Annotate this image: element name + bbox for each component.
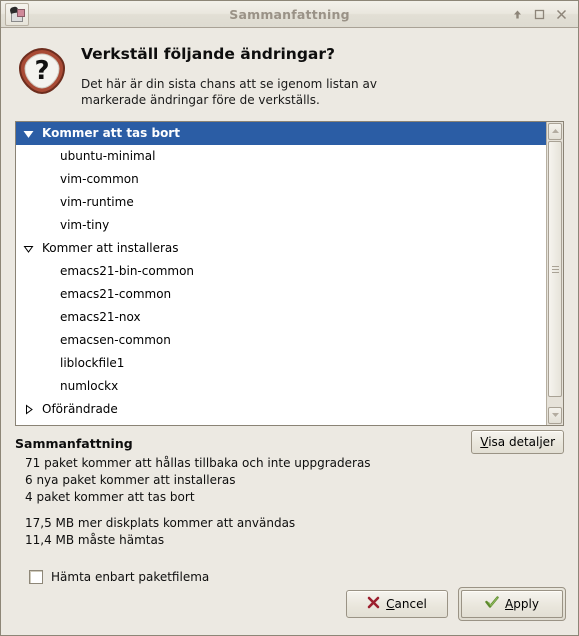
tree-item-row[interactable]: emacs21-nox <box>16 306 546 329</box>
dialog-header: ? Verkställ följande ändringar? Det här … <box>1 28 578 113</box>
package-name: emacs21-nox <box>60 309 141 324</box>
tree-item-row[interactable]: emacs21-bin-common <box>16 260 546 283</box>
summary-line: 71 paket kommer att hållas tillbaka och … <box>25 455 371 470</box>
svg-text:?: ? <box>34 56 49 86</box>
tree-item-row[interactable]: ubuntu-minimal <box>16 145 546 168</box>
summary-section: Sammanfattning 71 paket kommer att hålla… <box>1 426 578 549</box>
window-title: Sammanfattning <box>229 6 350 22</box>
tree-item-row[interactable]: vim-common <box>16 168 546 191</box>
apply-check-icon <box>485 596 499 612</box>
package-name: vim-common <box>60 171 139 186</box>
summary-lines: 71 paket kommer att hållas tillbaka och … <box>15 455 564 549</box>
details-label: isa detaljer <box>488 434 555 449</box>
tree-item-row[interactable]: emacs21-common <box>16 283 546 306</box>
tree-item-row[interactable]: numlockx <box>16 375 546 398</box>
tree-group-label: Oförändrade <box>42 401 118 416</box>
apply-label: pply <box>513 597 539 611</box>
scroll-up-icon[interactable] <box>548 122 562 140</box>
dialog-actions: Cancel Apply <box>1 587 578 635</box>
summary-spacer <box>25 506 564 515</box>
close-window-icon[interactable] <box>555 8 568 21</box>
summary-line: 17,5 MB mer diskplats kommer att använda… <box>25 515 296 530</box>
cancel-mnemonic: C <box>386 597 395 611</box>
show-details-button[interactable]: Visa detaljer <box>471 429 564 454</box>
package-name: emacsen-common <box>60 332 171 347</box>
page-title: Verkställ följande ändringar? <box>81 45 336 63</box>
expander-closed-icon[interactable] <box>20 398 36 421</box>
apply-default-frame: Apply <box>458 587 566 621</box>
changes-tree[interactable]: Kommer att tas bort ubuntu-minimal vim-com… <box>15 120 564 426</box>
title-bar: Sammanfattning <box>1 1 578 28</box>
tree-item-row[interactable]: emacsen-common <box>16 329 546 352</box>
package-name: liblockfile1 <box>60 355 125 370</box>
shade-window-icon[interactable] <box>511 8 524 21</box>
tree-group-row[interactable]: Kommer att installeras <box>16 237 546 260</box>
details-mnemonic: V <box>480 434 489 449</box>
package-name: vim-tiny <box>60 217 110 232</box>
download-only-checkbox[interactable] <box>29 569 43 584</box>
tree-group-label: Kommer att installeras <box>42 240 179 255</box>
package-name: emacs21-bin-common <box>60 263 195 278</box>
tree-group-row[interactable]: Oförändrade <box>16 398 546 421</box>
expander-open-icon[interactable] <box>20 122 36 145</box>
tree-item-row[interactable]: liblockfile1 <box>16 352 546 375</box>
download-only-label: Hämta enbart paketfilema <box>51 569 210 584</box>
tree-group-row[interactable]: Kommer att tas bort <box>16 121 546 145</box>
question-shield-icon: ? <box>15 44 69 98</box>
package-name: vim-runtime <box>60 194 134 209</box>
header-description: Det här är din sista chans att se igenom… <box>81 77 377 107</box>
summary-line: 6 nya paket kommer att installeras <box>25 472 236 487</box>
cancel-label: ancel <box>394 597 427 611</box>
window-controls <box>511 8 578 21</box>
scroll-track[interactable] <box>548 140 562 406</box>
package-name: ubuntu-minimal <box>60 148 156 163</box>
synaptic-package-icon <box>5 2 29 26</box>
package-name: numlockx <box>60 378 119 393</box>
tree-group-label: Kommer att tas bort <box>42 125 180 140</box>
summary-dialog-window: Sammanfattning ? Verkställ följande ändr… <box>0 0 579 636</box>
tree-item-row[interactable]: vim-runtime <box>16 191 546 214</box>
maximize-window-icon[interactable] <box>533 8 546 21</box>
tree-rows[interactable]: Kommer att tas bort ubuntu-minimal vim-com… <box>16 121 546 425</box>
download-only-row[interactable]: Hämta enbart paketfilema <box>1 549 578 584</box>
tree-item-row[interactable]: vim-tiny <box>16 214 546 237</box>
summary-line: 4 paket kommer att tas bort <box>25 489 195 504</box>
scroll-grip-icon <box>551 264 559 275</box>
tree-scrollbar[interactable] <box>546 121 563 425</box>
header-icon-wrap: ? <box>15 40 77 109</box>
scroll-down-icon[interactable] <box>548 406 562 424</box>
package-name: emacs21-common <box>60 286 172 301</box>
expander-open-icon[interactable] <box>20 237 36 260</box>
cancel-x-icon <box>367 596 380 612</box>
cancel-button[interactable]: Cancel <box>346 590 448 618</box>
scroll-thumb[interactable] <box>548 140 562 398</box>
apply-button[interactable]: Apply <box>461 590 563 618</box>
summary-line: 11,4 MB måste hämtas <box>25 532 165 547</box>
